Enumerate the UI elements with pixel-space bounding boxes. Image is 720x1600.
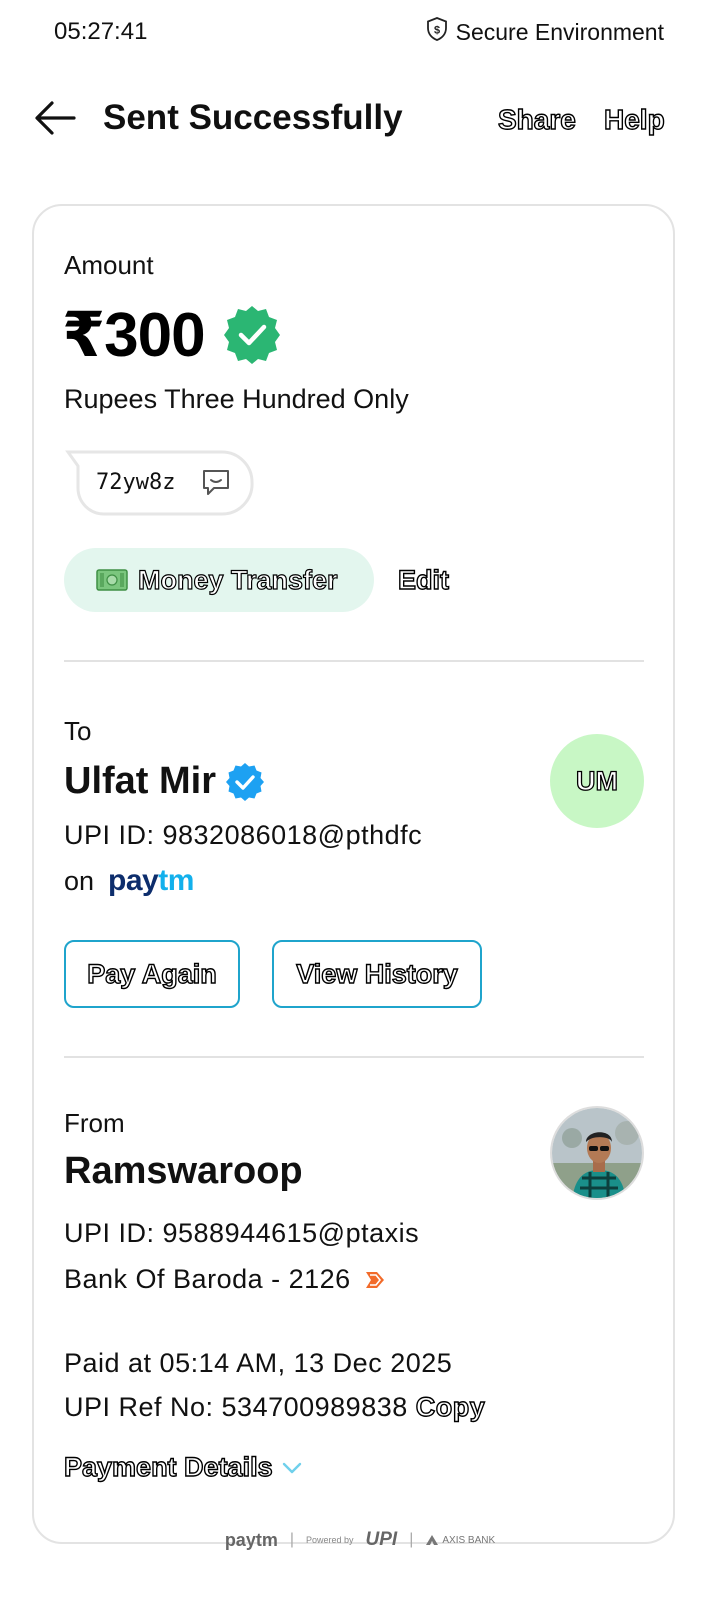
amount-value: ₹300 — [62, 301, 206, 370]
footer-paytm-logo: paytm — [224, 1529, 278, 1550]
recipient-section-label: To — [64, 716, 92, 746]
divider — [64, 1056, 644, 1058]
chat-message-icon — [203, 470, 229, 495]
footer-powered-by: Powered by — [305, 1534, 354, 1545]
status-bar: 05:27:41 $ Secure Environment — [0, 0, 720, 64]
back-button[interactable] — [32, 98, 78, 138]
sender-upi-id: UPI ID: 9588944615@ptaxis — [64, 1218, 420, 1248]
amount-label: Amount — [64, 250, 154, 280]
share-button[interactable]: Share — [497, 103, 576, 136]
recipient-name: Ulfat Mir — [64, 760, 216, 802]
footer-axis-bank-label: AXIS BANK — [442, 1534, 496, 1546]
arrow-left-icon — [35, 101, 76, 135]
sender-photo — [552, 1108, 642, 1198]
category-label: Money Transfer — [137, 564, 338, 595]
amount-row: ₹300 — [62, 298, 283, 371]
sender-section-label: From — [64, 1108, 125, 1138]
footer-separator: | — [409, 1531, 414, 1548]
paid-at-timestamp: Paid at 05:14 AM, 13 Dec 2025 — [64, 1348, 453, 1378]
page-title: Sent Successfully — [103, 98, 403, 137]
on-label: on — [64, 865, 95, 896]
category-chip[interactable]: Money Transfer — [64, 548, 374, 612]
bank-of-baroda-icon — [365, 1271, 384, 1288]
footer-branding: paytm | Powered by UPI | AXIS BANK — [0, 1522, 720, 1558]
recipient-name-row: Ulfat Mir — [64, 760, 266, 803]
payment-details-label: Payment Details — [63, 1451, 273, 1482]
sender-avatar — [550, 1106, 644, 1200]
money-banknote-icon — [96, 569, 128, 591]
pay-again-button[interactable]: Pay Again — [64, 940, 240, 1008]
edit-category-button[interactable]: Edit — [397, 564, 449, 596]
recipient-app-row: on paytm — [64, 864, 194, 898]
sender-bank: Bank Of Baroda - 2126 — [64, 1264, 351, 1294]
chevron-down-icon — [282, 1462, 301, 1473]
help-button[interactable]: Help — [603, 103, 665, 136]
recipient-upi-id: UPI ID: 9832086018@pthdfc — [64, 820, 423, 850]
verified-badge-icon — [223, 305, 280, 364]
footer-separator: | — [289, 1531, 294, 1548]
copy-ref-button[interactable]: Copy — [415, 1391, 485, 1423]
divider — [64, 660, 644, 662]
svg-text:$: $ — [434, 25, 440, 37]
shield-dollar-icon: $ — [424, 16, 450, 48]
transaction-card: Amount ₹300 Rupees Three Hundred Only 72… — [32, 204, 675, 1544]
payment-details-toggle[interactable]: Payment Details — [63, 1451, 303, 1483]
note-text: 72yw8z — [96, 470, 176, 495]
secure-environment-indicator: $ Secure Environment — [424, 16, 664, 48]
secure-label: Secure Environment — [455, 18, 664, 45]
upi-ref-row: UPI Ref No: 534700989838 Copy — [64, 1391, 485, 1423]
app-header: Sent Successfully Share Help — [0, 84, 720, 154]
verified-check-icon — [226, 762, 264, 801]
status-time: 05:27:41 — [54, 18, 148, 45]
sender-bank-row: Bank Of Baroda - 2126 — [64, 1264, 387, 1295]
paytm-logo: paytm — [108, 864, 194, 897]
footer-upi-logo: UPI — [365, 1529, 398, 1550]
sender-name: Ramswaroop — [64, 1150, 303, 1192]
axis-bank-icon — [426, 1535, 439, 1545]
recipient-avatar: UM — [550, 734, 644, 828]
view-history-button[interactable]: View History — [272, 940, 482, 1008]
payment-note: 72yw8z — [64, 450, 254, 516]
upi-ref-number: UPI Ref No: 534700989838 — [64, 1392, 408, 1422]
footer-axis-bank: AXIS BANK — [425, 1534, 495, 1546]
amount-in-words: Rupees Three Hundred Only — [64, 384, 409, 414]
